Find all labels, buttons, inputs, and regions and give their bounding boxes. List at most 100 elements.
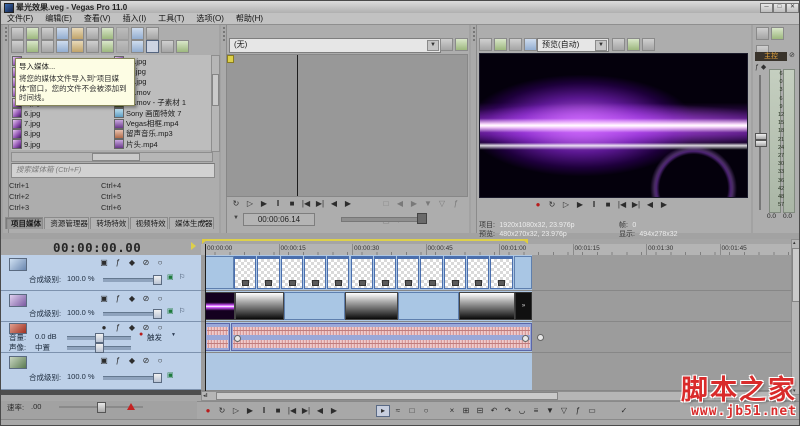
marker-icon[interactable]: ▼ — [544, 405, 556, 416]
toolbar-button[interactable] — [161, 40, 174, 53]
collapsed-track-header[interactable] — [1, 390, 201, 395]
play-icon[interactable]: ▶ — [574, 199, 586, 210]
edit-tool-icon[interactable]: ▸ — [376, 405, 390, 417]
chevron-down-icon[interactable]: ▼ — [595, 40, 607, 51]
arm-icon[interactable]: ● — [98, 322, 110, 333]
level-slider-handle[interactable] — [153, 275, 162, 285]
video-preview-screen[interactable] — [479, 53, 748, 198]
trimmer-marker[interactable] — [227, 55, 234, 63]
envelope-tool-icon[interactable]: ≈ — [392, 405, 404, 416]
loop-icon[interactable]: ↻ — [216, 405, 228, 416]
selection-tool-icon[interactable]: □ — [406, 405, 418, 416]
trimmer-timecode[interactable]: 00:00:06.14 — [243, 213, 315, 226]
toolbar-button[interactable] — [101, 40, 114, 53]
record-icon[interactable]: ● — [532, 199, 544, 210]
file-list-hscrollbar[interactable] — [11, 152, 213, 162]
automation-icon[interactable]: ◆ — [126, 322, 138, 333]
video-event[interactable] — [205, 256, 234, 289]
automation-icon[interactable]: ◆ — [126, 293, 138, 304]
timeline-timecode[interactable]: 00:00:00.00 — [53, 240, 141, 255]
file-list-vscrollbar[interactable] — [211, 55, 220, 152]
toolbar-button[interactable] — [116, 27, 129, 40]
search-media-input[interactable]: 搜索媒体箱 (Ctrl+F) — [11, 163, 215, 178]
video-track-4-header[interactable]: ▣ ƒ ◆ ⊘ ○ 合成级别: 100.0 % ▣ — [1, 353, 201, 390]
compositing-mode-icon[interactable]: ▣ — [167, 371, 174, 379]
region-icon[interactable]: ▽ — [436, 198, 448, 209]
rate-scrub-handle[interactable] — [97, 402, 106, 413]
trimmer-cursor[interactable] — [297, 55, 298, 196]
menu-item[interactable]: 查看(V) — [78, 13, 117, 24]
volume-slider-handle[interactable] — [95, 333, 104, 343]
menu-item[interactable]: 编辑(E) — [39, 13, 78, 24]
play-icon[interactable]: ▶ — [258, 198, 270, 209]
stop-icon[interactable]: ■ — [272, 405, 284, 416]
image-event[interactable] — [490, 256, 513, 289]
track-fx-icon[interactable]: ƒ — [112, 355, 124, 366]
toolbar-button[interactable] — [756, 27, 769, 40]
toolbar-button[interactable] — [86, 40, 99, 53]
stop-icon[interactable]: ■ — [602, 199, 614, 210]
level-slider[interactable] — [103, 312, 159, 316]
go-to-start-icon[interactable]: |◀ — [286, 405, 298, 416]
video-track-2-row[interactable]: » — [201, 291, 791, 322]
event-tool-icon[interactable]: ƒ — [572, 405, 584, 416]
loop-icon[interactable]: ↻ — [230, 198, 242, 209]
maximize-button[interactable]: □ — [773, 3, 786, 13]
preview-quality-combo[interactable]: 预览(自动) ▼ — [537, 38, 609, 52]
audio-event[interactable] — [205, 323, 230, 351]
compositing-mode-icon[interactable]: ▣ — [167, 273, 174, 281]
undo-icon[interactable]: ↶ — [488, 405, 500, 416]
selection-tool-icon[interactable]: □ — [380, 198, 392, 209]
chevron-down-icon[interactable]: ▼ — [171, 332, 176, 338]
file-item[interactable]: 6.jpg — [11, 108, 111, 119]
toolbar-button[interactable] — [71, 27, 84, 40]
toolbar-button[interactable] — [479, 38, 492, 51]
toolbar-button[interactable] — [771, 27, 784, 40]
master-bus-label[interactable]: 主控 — [755, 52, 787, 61]
timeline-hscrollbar[interactable]: ◂‖ — [201, 391, 791, 401]
zoom-tool-icon[interactable]: ○ — [420, 405, 432, 416]
go-to-end-icon[interactable]: ▶| — [314, 198, 326, 209]
tab-scroll-arrows[interactable]: ◂ ▸ — [199, 218, 207, 225]
stop-icon[interactable]: ■ — [286, 198, 298, 209]
go-to-start-icon[interactable]: |◀ — [300, 198, 312, 209]
image-event[interactable] — [257, 256, 280, 289]
video-event[interactable] — [345, 292, 398, 320]
dock-tab[interactable]: 视频特效 — [129, 217, 169, 229]
timeline-pane[interactable]: 00:00:00 00:00:15 00:00:30 00:00:45 00:01:00… — [201, 239, 791, 401]
video-event[interactable]: » — [515, 292, 532, 320]
trimmer-media-combo[interactable]: (无) ▼ — [229, 38, 441, 53]
toolbar-button[interactable] — [642, 38, 655, 51]
menu-item[interactable]: 选项(O) — [190, 13, 230, 24]
image-event[interactable] — [373, 256, 397, 289]
menu-item[interactable]: 文件(F) — [1, 13, 39, 24]
prev-frame-icon[interactable]: ◀ — [644, 199, 656, 210]
toolbar-button[interactable] — [56, 40, 69, 53]
image-event[interactable] — [234, 256, 257, 289]
toolbar-button[interactable] — [146, 27, 159, 40]
track-motion-icon[interactable]: ▣ — [98, 293, 110, 304]
level-slider[interactable] — [103, 376, 159, 380]
chevron-down-icon[interactable]: ▼ — [233, 215, 239, 221]
toolbar-button[interactable] — [131, 27, 144, 40]
dock-tab[interactable]: 媒体生成器 — [169, 217, 214, 229]
toolbar-button[interactable] — [11, 40, 24, 53]
automation-icon[interactable]: ◆ — [126, 355, 138, 366]
redo-icon[interactable]: ↷ — [502, 405, 514, 416]
trimmer-scrub-track[interactable] — [341, 217, 421, 222]
toolbar-button[interactable] — [612, 38, 625, 51]
go-to-end-icon[interactable]: ▶| — [630, 199, 642, 210]
play-from-start-icon[interactable]: ▷ — [244, 198, 256, 209]
fade-handle[interactable] — [234, 335, 241, 342]
toolbar-button[interactable] — [56, 27, 69, 40]
next-frame-icon[interactable]: ▶ — [342, 198, 354, 209]
toolbar-button[interactable] — [627, 38, 640, 51]
grid-icon[interactable]: ≡ — [530, 405, 542, 416]
next-frame-icon[interactable]: ▶ — [328, 405, 340, 416]
master-fx-icon[interactable]: ƒ ◆ — [755, 63, 766, 71]
marker-icon[interactable]: ▼ — [422, 198, 434, 209]
compositing-mode-icon[interactable]: ▣ — [167, 307, 174, 315]
video-event[interactable] — [284, 292, 345, 320]
level-slider-handle[interactable] — [153, 309, 162, 319]
toolbar-button[interactable] — [86, 27, 99, 40]
